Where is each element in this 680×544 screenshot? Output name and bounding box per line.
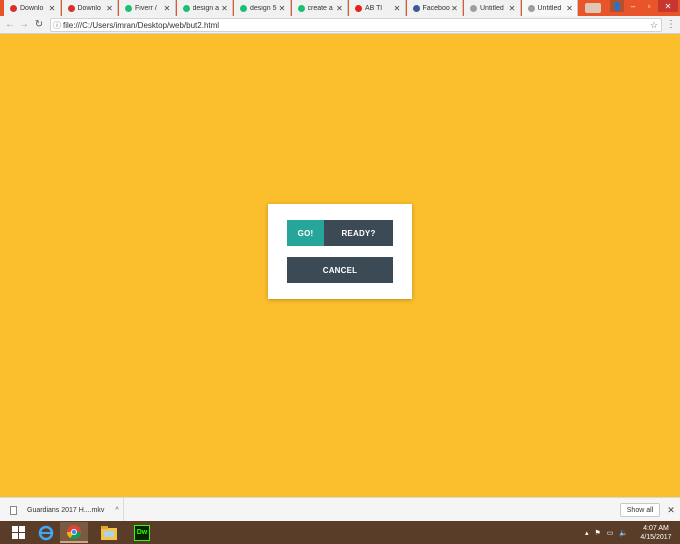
page-info-icon[interactable]: ⓘ	[51, 20, 63, 31]
user-profile-icon[interactable]: 👤	[610, 0, 624, 12]
flag-icon[interactable]: ⚑	[595, 529, 601, 537]
browser-tab[interactable]: design a ✕	[176, 0, 233, 16]
file-icon	[10, 505, 17, 515]
address-url[interactable]: file:///C:/Users/imran/Desktop/web/but2.…	[63, 21, 647, 30]
chrome-icon[interactable]	[60, 522, 88, 543]
browser-tab[interactable]: create a ✕	[291, 0, 348, 16]
tab-close-icon[interactable]: ✕	[105, 4, 114, 13]
tab-close-icon[interactable]: ✕	[48, 4, 57, 13]
close-window-button[interactable]: ✕	[658, 0, 678, 12]
tab-label: Untitled	[537, 4, 562, 12]
dreamweaver-icon[interactable]: Dw	[128, 522, 156, 543]
back-button[interactable]: ←	[4, 18, 16, 32]
gmail-icon	[10, 4, 17, 12]
clock-time: 4:07 AM	[643, 525, 669, 532]
tab-label: design 5	[250, 4, 277, 12]
page-icon	[527, 4, 535, 12]
download-item[interactable]: Guardians 2017 H....mkv ^	[0, 498, 124, 522]
download-filename[interactable]: Guardians 2017 H....mkv	[27, 507, 111, 514]
show-hidden-icons-icon[interactable]: ▴	[585, 529, 589, 537]
tab-close-icon[interactable]: ✕	[335, 4, 344, 13]
browser-tab[interactable]: design 5 ✕	[234, 0, 291, 16]
tab-label: Downlo	[77, 4, 101, 12]
fiverr-icon	[125, 4, 132, 12]
tab-label: Faceboo	[422, 4, 450, 12]
ready-button[interactable]: READY?	[324, 220, 393, 246]
tab-label: Fiverr /	[135, 4, 157, 12]
browser-tab-strip: Downlo ✕ Downlo ✕ Fiverr / ✕ design a ✕ design …	[0, 0, 680, 16]
new-tab-button[interactable]	[585, 3, 601, 13]
taskbar-clock[interactable]: 4:07 AM 4/15/2017	[638, 524, 674, 542]
tab-close-icon[interactable]: ✕	[508, 4, 517, 13]
reload-button[interactable]: ↻	[33, 18, 45, 32]
windows-taskbar: Dw ▴ ⚑ ▭ 🔈 4:07 AM 4/15/2017	[0, 521, 680, 544]
browser-tab[interactable]: Fiverr / ✕	[119, 0, 176, 16]
dreamweaver-label: Dw	[134, 524, 150, 541]
internet-explorer-icon[interactable]	[32, 522, 60, 543]
chevron-up-icon[interactable]: ^	[111, 507, 123, 514]
minimize-button[interactable]: –	[626, 0, 640, 12]
show-all-button[interactable]: Show all	[620, 503, 660, 517]
bookmark-star-icon[interactable]: ☆	[647, 20, 661, 31]
windows-start-icon[interactable]	[4, 522, 32, 543]
browser-tab[interactable]: Untitled ✕	[521, 0, 578, 16]
browser-menu-icon[interactable]: ⋮	[666, 18, 676, 32]
fiverr-icon	[240, 4, 247, 12]
go-button[interactable]: GO!	[287, 220, 324, 246]
gmail-icon	[67, 4, 75, 12]
forward-button[interactable]: →	[18, 18, 30, 32]
tab-label: design a	[192, 4, 219, 12]
browser-tab[interactable]: Untitled ✕	[464, 0, 521, 16]
system-tray: ▴ ⚑ ▭ 🔈	[585, 521, 634, 544]
page-icon	[470, 4, 477, 12]
maximize-button[interactable]: ▫	[642, 0, 656, 12]
tab-close-icon[interactable]: ✕	[450, 4, 459, 13]
tab-label: Untitled	[480, 4, 504, 12]
fiverr-icon	[297, 4, 305, 12]
cancel-button[interactable]: CANCEL	[287, 257, 393, 283]
address-bar[interactable]: ⓘ file:///C:/Users/imran/Desktop/web/but…	[50, 18, 662, 32]
tab-label: Downlo	[20, 4, 44, 12]
browser-tab[interactable]: Downlo ✕	[61, 0, 118, 16]
tab-close-icon[interactable]: ✕	[393, 4, 402, 13]
browser-tab[interactable]: Downlo ✕	[4, 0, 61, 16]
download-bar: Guardians 2017 H....mkv ^ Show all ✕	[0, 497, 680, 522]
youtube-icon	[355, 4, 362, 12]
tab-close-icon[interactable]: ✕	[278, 4, 287, 13]
tab-label: AB Tl	[365, 4, 382, 12]
browser-toolbar: ← → ↻ ⓘ file:///C:/Users/imran/Desktop/w…	[0, 16, 680, 34]
file-explorer-icon[interactable]	[95, 522, 123, 543]
browser-tab[interactable]: AB Tl ✕	[349, 0, 406, 16]
close-download-bar-icon[interactable]: ✕	[665, 503, 677, 517]
fiverr-icon	[182, 4, 190, 12]
tab-close-icon[interactable]: ✕	[220, 4, 229, 13]
tab-close-icon[interactable]: ✕	[163, 4, 172, 13]
browser-tab[interactable]: Faceboo ✕	[406, 0, 463, 16]
clock-date: 4/15/2017	[640, 534, 672, 541]
tab-close-icon[interactable]: ✕	[565, 4, 574, 13]
volume-icon[interactable]: 🔈	[619, 529, 628, 537]
network-icon[interactable]: ▭	[607, 529, 614, 537]
tab-label: create a	[307, 4, 333, 12]
facebook-icon	[412, 4, 420, 12]
button-card: GO! READY? CANCEL	[268, 204, 412, 299]
